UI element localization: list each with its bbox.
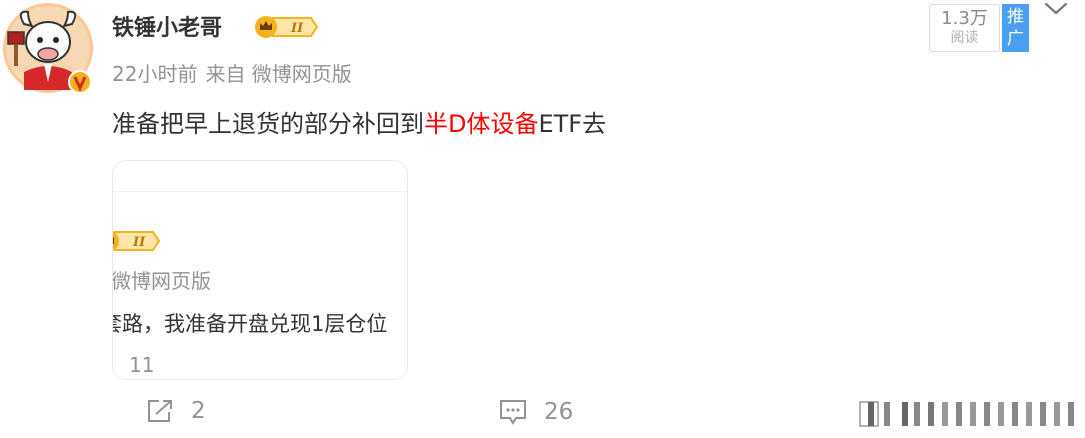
comment-button[interactable]: 26 xyxy=(498,398,573,426)
member-badge-text: II xyxy=(290,21,304,36)
comment-icon xyxy=(500,400,526,425)
repost-count: 2 xyxy=(191,398,206,424)
promote-label-line2: 广 xyxy=(1007,29,1024,49)
promote-button[interactable]: 推 广 xyxy=(1002,4,1029,52)
quoted-source: 微博网页版 xyxy=(112,269,211,293)
member-badge-icon[interactable]: II xyxy=(253,14,319,40)
quoted-text: 套路，我准备开盘兑现1层仓位 xyxy=(112,312,388,336)
post-text-after: ETF去 xyxy=(538,110,607,138)
chevron-down-icon[interactable] xyxy=(1042,0,1070,18)
card-divider xyxy=(113,191,407,192)
post-source: 来自 微博网页版 xyxy=(205,62,352,86)
post-meta: 22小时前 来自 微博网页版 xyxy=(112,58,352,87)
post-text-before: 准备把早上退货的部分补回到 xyxy=(112,110,424,138)
read-count-box: 1.3万 阅读 xyxy=(929,4,1000,52)
quoted-member-badge-icon: II xyxy=(113,228,161,254)
username[interactable]: 铁锤小老哥 xyxy=(112,10,222,42)
read-label: 阅读 xyxy=(950,30,979,46)
read-count: 1.3万 xyxy=(941,8,988,29)
repost-button[interactable]: 2 xyxy=(145,398,206,424)
quoted-badge-text: II xyxy=(132,235,146,250)
promote-label-line1: 推 xyxy=(1007,7,1024,27)
avatar[interactable] xyxy=(2,2,94,94)
post-text: 准备把早上退货的部分补回到半D体设备ETF去 xyxy=(112,104,606,139)
quoted-count: 11 xyxy=(129,353,155,377)
post-text-highlight: 半D体设备 xyxy=(424,110,539,138)
comment-count: 26 xyxy=(544,399,574,425)
repost-icon xyxy=(148,400,172,422)
post-time[interactable]: 22小时前 xyxy=(112,62,197,86)
like-icon xyxy=(859,401,1074,427)
quoted-post-card[interactable]: II 微博网页版 套路，我准备开盘兑现1层仓位 11 xyxy=(112,160,408,380)
like-button[interactable] xyxy=(858,398,1078,432)
